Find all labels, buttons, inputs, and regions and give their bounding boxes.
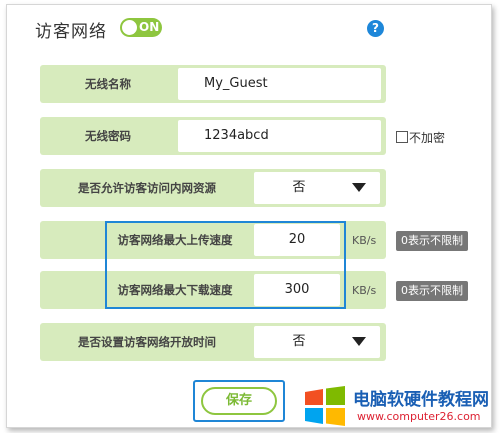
watermark-title: 电脑软硬件教程网	[353, 390, 489, 410]
toggle-knob	[122, 20, 137, 35]
help-icon[interactable]: ?	[367, 20, 384, 37]
no-encrypt-label: 不加密	[409, 131, 446, 145]
guest-network-panel: 访客网络 ON ? 无线名称 My_Guest 无线密码 1234abcd 不加…	[6, 4, 492, 428]
schedule-value: 否	[292, 334, 306, 349]
password-label: 无线密码	[85, 129, 131, 143]
allow-internal-value: 否	[292, 180, 306, 195]
watermark-url: www.computer26.com	[357, 410, 481, 423]
speed-highlight-box	[105, 221, 346, 309]
schedule-row: 是否设置访客网络开放时间 否	[40, 323, 386, 361]
upload-unit: KB/s	[352, 234, 377, 247]
download-hint-badge: 0表示不限制	[396, 281, 468, 301]
chevron-down-icon[interactable]	[352, 183, 366, 192]
allow-internal-row: 是否允许访客访问内网资源 否	[40, 169, 386, 207]
ssid-row: 无线名称 My_Guest	[40, 65, 386, 103]
guest-network-toggle[interactable]: ON	[120, 18, 162, 37]
upload-hint-badge: 0表示不限制	[396, 231, 468, 251]
chevron-down-icon[interactable]	[352, 337, 366, 346]
no-encrypt-checkbox[interactable]	[396, 131, 408, 143]
page-title: 访客网络	[35, 22, 107, 42]
password-input[interactable]: 1234abcd	[178, 120, 381, 152]
schedule-label: 是否设置访客网络开放时间	[78, 335, 216, 349]
windows-logo-icon	[305, 386, 345, 426]
ssid-label: 无线名称	[85, 77, 131, 91]
password-row: 无线密码 1234abcd	[40, 117, 386, 155]
save-highlight-box: 保存	[193, 380, 285, 422]
download-unit: KB/s	[352, 284, 377, 297]
ssid-input[interactable]: My_Guest	[178, 68, 381, 100]
allow-internal-label: 是否允许访客访问内网资源	[78, 181, 216, 195]
save-button[interactable]: 保存	[201, 387, 277, 415]
toggle-label: ON	[139, 20, 160, 34]
